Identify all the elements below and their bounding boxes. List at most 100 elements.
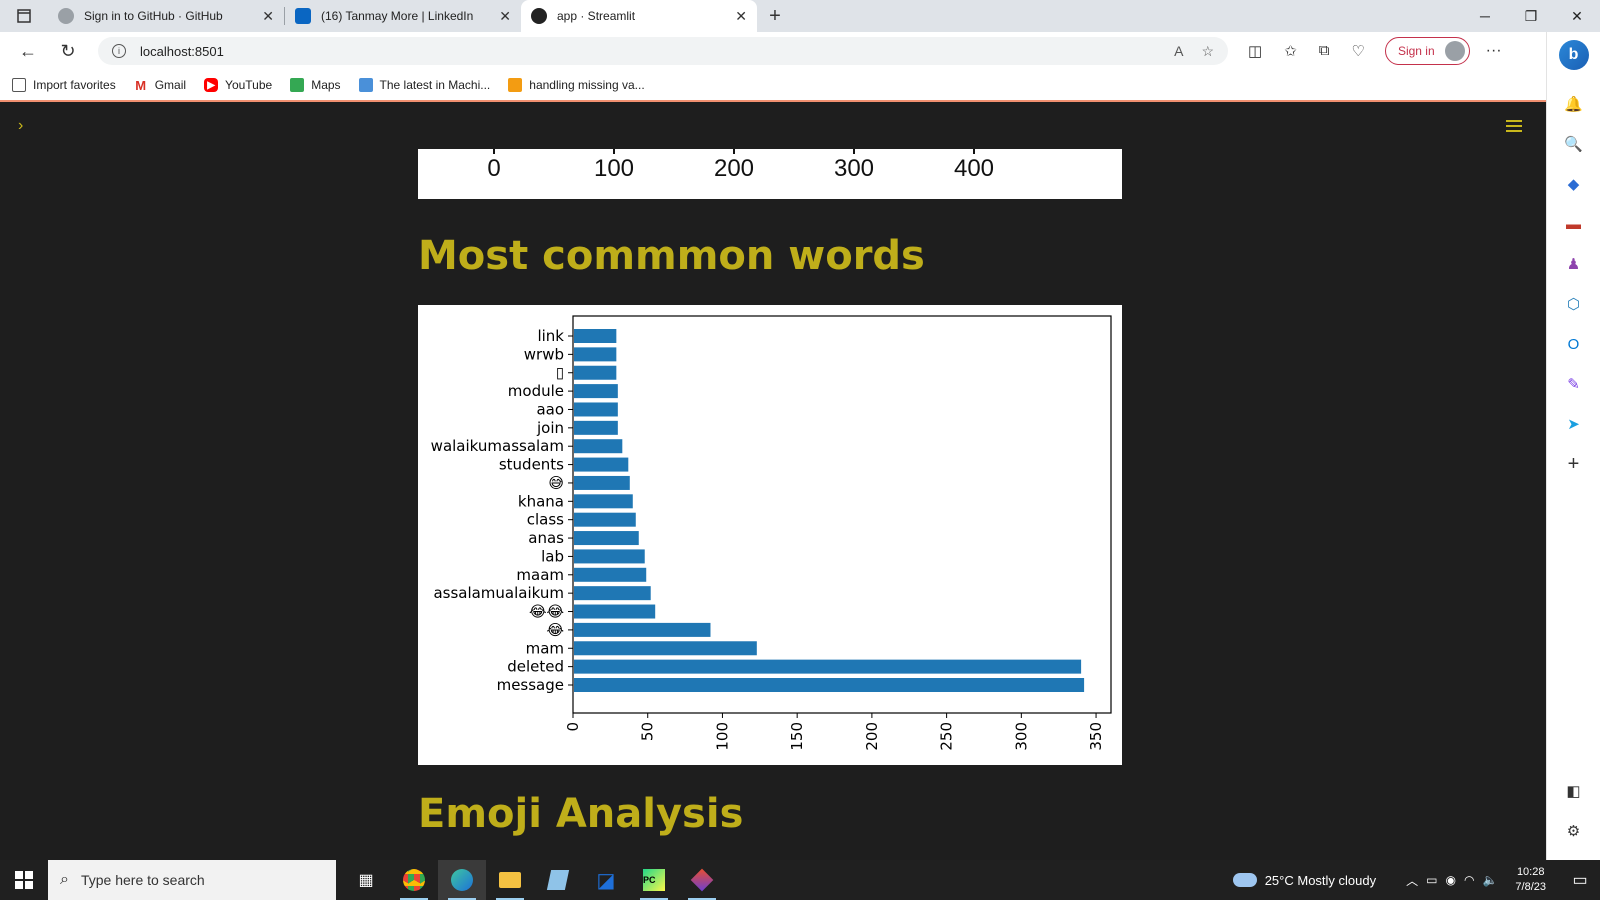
browser-essentials-icon[interactable]: ♡ — [1351, 42, 1364, 60]
shopping-tag-icon[interactable]: ◆ — [1561, 171, 1587, 197]
sign-in-label: Sign in — [1397, 44, 1435, 58]
close-icon[interactable]: ✕ — [491, 8, 511, 25]
x-tick-label: 300 — [1012, 722, 1030, 751]
close-icon[interactable]: ✕ — [727, 8, 747, 25]
task-view-icon[interactable]: ▦ — [342, 860, 390, 900]
bing-copilot-icon[interactable]: b — [1558, 40, 1589, 70]
axis-tick-mark — [973, 149, 975, 154]
notifications-bell-icon[interactable]: 🔔 — [1561, 91, 1587, 117]
axis-tick-mark — [853, 149, 855, 154]
bar — [574, 604, 656, 619]
windows-start-icon[interactable] — [0, 860, 48, 900]
bookmark-youtube[interactable]: ▶ YouTube — [204, 78, 272, 92]
sign-in-button[interactable]: Sign in — [1384, 37, 1470, 65]
bookmark-maps[interactable]: Maps — [290, 78, 341, 92]
tab-title: Sign in to GitHub · GitHub — [84, 9, 223, 23]
favorites-icon[interactable]: ✩ — [1284, 42, 1297, 60]
windows-taskbar: ⌕ Type here to search ▦ ◪ PC 25°C Mostly… — [0, 860, 1600, 900]
pycharm-icon[interactable]: PC — [630, 860, 678, 900]
settings-gear-icon[interactable]: ⚙ — [1561, 818, 1587, 844]
minimize-icon[interactable]: ─ — [1462, 8, 1508, 25]
bookmark-gmail[interactable]: M Gmail — [134, 78, 187, 93]
axis-tick-label: 400 — [953, 155, 995, 182]
tab-title: (16) Tanmay More | LinkedIn — [321, 9, 474, 23]
notifications-icon[interactable]: ▭ — [1560, 870, 1600, 890]
bar-chart-svg: messagedeletedmam😂😂😂assalamualaikummaaml… — [431, 315, 1112, 751]
microsoft-365-icon[interactable]: ⬡ — [1561, 291, 1587, 317]
more-options-icon[interactable]: ··· — [1486, 42, 1502, 60]
bookmark-import-favorites[interactable]: Import favorites — [12, 78, 116, 92]
previous-chart-axis: 0 100 200 300 400 — [418, 149, 1122, 199]
y-tick-label: maam — [516, 566, 564, 584]
tab-github[interactable]: Sign in to GitHub · GitHub ✕ — [48, 0, 284, 32]
split-screen-icon[interactable]: ◫ — [1248, 42, 1262, 60]
restore-icon[interactable]: ❐ — [1508, 8, 1554, 25]
tab-linkedin[interactable]: (16) Tanmay More | LinkedIn ✕ — [285, 0, 521, 32]
info-icon[interactable]: i — [112, 44, 126, 58]
bar — [574, 531, 639, 546]
taskbar-search-box[interactable]: ⌕ Type here to search — [48, 860, 336, 900]
bookmark-label: handling missing va... — [529, 78, 645, 92]
x-tick-label: 50 — [639, 722, 657, 741]
axis-tick-label: 300 — [833, 155, 875, 182]
tab-streamlit[interactable]: app · Streamlit ✕ — [521, 0, 757, 32]
bar — [574, 512, 636, 527]
y-tick-label: lab — [541, 547, 564, 565]
wifi-icon[interactable]: ◠ — [1464, 873, 1474, 887]
streamlit-main: › 0 100 200 300 400 Most commmon words messa… — [0, 103, 1546, 860]
notepad-icon[interactable] — [534, 860, 582, 900]
github-icon — [58, 8, 74, 24]
menu-hamburger-icon[interactable] — [1506, 117, 1522, 135]
tab-title: app · Streamlit — [557, 9, 636, 23]
designer-icon[interactable]: ✎ — [1561, 371, 1587, 397]
axis-tick-label: 100 — [593, 155, 635, 182]
close-window-icon[interactable]: ✕ — [1554, 8, 1600, 25]
collections-icon[interactable]: ⧉ — [1319, 42, 1330, 60]
add-icon[interactable]: + — [1561, 451, 1587, 477]
git-icon[interactable] — [678, 860, 726, 900]
send-icon[interactable]: ➤ — [1561, 411, 1587, 437]
back-arrow-icon[interactable]: ← — [8, 41, 48, 62]
sidebar-expand-chevron-icon[interactable]: › — [18, 117, 23, 135]
tab-actions-icon[interactable] — [0, 0, 48, 32]
favorite-star-icon[interactable]: ☆ — [1201, 43, 1214, 60]
y-tick-label: wrwb — [524, 345, 564, 363]
y-tick-label: 😅 — [548, 474, 564, 492]
address-bar[interactable]: i localhost:8501 A ☆ — [98, 37, 1228, 65]
read-aloud-icon[interactable]: A — [1174, 43, 1183, 60]
edge-icon[interactable] — [438, 860, 486, 900]
outlook-icon[interactable]: O — [1561, 331, 1587, 357]
remote-desktop-icon[interactable]: ◪ — [582, 860, 630, 900]
x-tick-label: 0 — [564, 722, 582, 732]
search-icon[interactable]: 🔍 — [1561, 131, 1587, 157]
refresh-icon[interactable]: ↻ — [48, 41, 88, 62]
clock[interactable]: 10:28 7/8/23 — [1515, 865, 1546, 895]
y-tick-label: aao — [536, 400, 564, 418]
bookmark-machine-learning[interactable]: The latest in Machi... — [358, 78, 490, 92]
bookmark-handling-missing[interactable]: handling missing va... — [508, 78, 645, 92]
meet-now-icon[interactable]: ◉ — [1445, 873, 1455, 887]
close-icon[interactable]: ✕ — [254, 8, 274, 25]
new-tab-button[interactable]: + — [757, 5, 793, 28]
battery-icon[interactable]: ▭ — [1426, 873, 1437, 887]
games-icon[interactable]: ♟ — [1561, 251, 1587, 277]
file-explorer-icon[interactable] — [486, 860, 534, 900]
y-tick-label: link — [537, 327, 564, 345]
bookmark-label: YouTube — [225, 78, 273, 92]
y-tick-label: message — [497, 676, 564, 694]
bookmark-label: Gmail — [154, 78, 187, 92]
book-icon — [508, 78, 523, 92]
y-tick-label: join — [536, 419, 564, 437]
bar — [574, 329, 617, 343]
weather-widget[interactable]: 25°C Mostly cloudy — [1232, 873, 1376, 888]
chrome-icon[interactable] — [390, 860, 438, 900]
tools-briefcase-icon[interactable]: ▬ — [1561, 211, 1587, 237]
edge-sidebar: b 🔔 🔍 ◆ ▬ ♟ ⬡ O ✎ ➤ + ◧ ⚙ — [1546, 32, 1600, 860]
date: 7/8/23 — [1515, 881, 1546, 893]
y-tick-label: module — [508, 382, 564, 400]
volume-muted-icon[interactable]: 🔈 — [1482, 873, 1497, 887]
chevron-up-icon[interactable]: ︿ — [1406, 872, 1418, 889]
axis-tick-mark — [493, 149, 495, 154]
sidebar-layout-icon[interactable]: ◧ — [1561, 778, 1587, 804]
bar — [574, 641, 757, 656]
